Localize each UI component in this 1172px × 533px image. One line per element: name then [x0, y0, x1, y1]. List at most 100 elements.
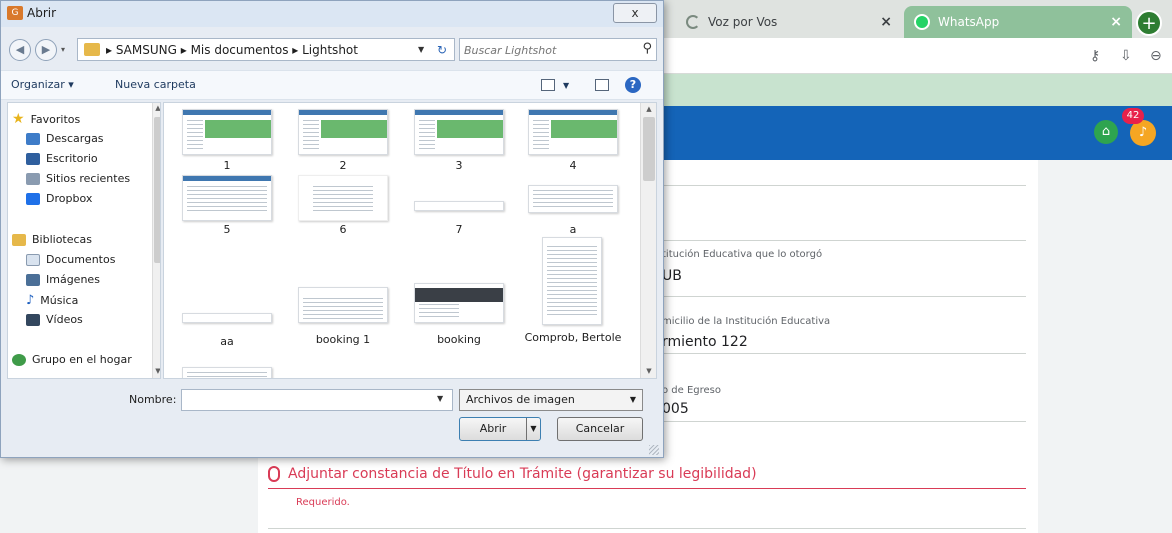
nav-label: Escritorio [46, 152, 98, 165]
search-field[interactable]: ⚲ [459, 38, 657, 61]
field-underline [662, 421, 1026, 422]
file-thumbnail[interactable] [182, 109, 272, 155]
dialog-toolbar: Organizar ▾ Nueva carpeta ▼ ? [1, 70, 663, 100]
refresh-icon[interactable]: ↻ [437, 43, 447, 57]
dialog-close-button[interactable]: x [613, 3, 657, 23]
notification-badge: 42 [1122, 108, 1144, 124]
file-thumbnail[interactable] [528, 109, 618, 155]
address-bar[interactable]: ▸ SAMSUNG ▸ Mis documentos ▸ Lightshot ▼ [77, 38, 455, 61]
file-name-dropdown-icon[interactable]: ▼ [437, 394, 443, 403]
change-view-icon[interactable] [541, 79, 555, 91]
recent-places-icon [26, 172, 40, 185]
cancel-button[interactable]: Cancelar [557, 417, 643, 441]
file-type-value: Archivos de imagen [466, 393, 575, 406]
dialog-titlebar[interactable]: G Abrir x [1, 1, 663, 27]
breadcrumb[interactable]: ▸ SAMSUNG ▸ Mis documentos ▸ Lightshot [106, 43, 358, 57]
scrollbar-thumb[interactable] [643, 117, 655, 181]
nav-item-desktop[interactable]: Escritorio [26, 152, 98, 165]
attach-certificate-button[interactable]: Adjuntar constancia de Título en Trámite… [268, 466, 757, 482]
desktop-icon [26, 152, 40, 165]
view-options-chevron-icon[interactable]: ▼ [563, 81, 569, 90]
nav-item-recent[interactable]: Sitios recientes [26, 172, 130, 185]
nav-item-videos[interactable]: Vídeos [26, 313, 83, 326]
scroll-down-icon[interactable]: ▼ [641, 367, 656, 375]
address-dropdown-icon[interactable]: ▼ [418, 45, 424, 54]
nav-favorites[interactable]: ★ Favoritos [12, 111, 80, 127]
scrollbar-thumb[interactable] [154, 117, 160, 263]
file-thumbnail[interactable] [542, 237, 602, 325]
nav-label: Grupo en el hogar [32, 353, 132, 366]
tab-whatsapp[interactable]: WhatsApp × [904, 6, 1132, 38]
forward-icon[interactable]: ▶ [35, 39, 57, 61]
nav-item-images[interactable]: Imágenes [26, 273, 100, 286]
images-icon [26, 273, 40, 286]
graduation-year-value[interactable]: 005 [662, 401, 689, 417]
close-tab-icon[interactable]: × [1110, 14, 1122, 30]
file-name[interactable]: 6 [288, 223, 398, 236]
nav-item-documents[interactable]: Documentos [26, 253, 115, 266]
file-name[interactable]: a [518, 223, 628, 236]
close-tab-icon[interactable]: × [880, 14, 892, 30]
nav-homegroup[interactable]: Grupo en el hogar [12, 353, 132, 366]
file-name[interactable]: Comprob, Bertole [518, 331, 628, 344]
nav-item-music[interactable]: ♪ Música [26, 293, 78, 308]
key-icon[interactable]: ⚷ [1090, 48, 1100, 64]
nav-scrollbar[interactable]: ▲ ▼ [152, 103, 160, 378]
nav-libraries[interactable]: Bibliotecas [12, 233, 92, 246]
section-divider [268, 528, 1026, 529]
file-name[interactable]: booking [404, 333, 514, 346]
scroll-up-icon[interactable]: ▲ [153, 104, 160, 112]
scroll-down-icon[interactable]: ▼ [153, 367, 160, 375]
file-thumbnail[interactable] [298, 175, 388, 221]
zoom-icon[interactable]: ⊖ [1150, 48, 1162, 64]
file-name[interactable]: 5 [172, 223, 282, 236]
resize-grip-icon[interactable] [649, 445, 659, 455]
scroll-up-icon[interactable]: ▲ [641, 105, 656, 113]
file-name[interactable]: booking 1 [288, 333, 398, 346]
file-name[interactable]: 3 [404, 159, 514, 172]
preview-pane-icon[interactable] [595, 79, 609, 91]
nav-label: Música [40, 294, 79, 307]
file-name[interactable]: 2 [288, 159, 398, 172]
open-button-label: Abrir [479, 422, 507, 435]
file-thumbnail[interactable] [182, 175, 272, 221]
home-icon[interactable]: ⌂ [1094, 120, 1118, 144]
search-input[interactable] [464, 40, 634, 60]
nav-item-downloads[interactable]: Descargas [26, 132, 104, 145]
homegroup-icon [12, 353, 26, 366]
back-icon[interactable]: ◀ [9, 39, 31, 61]
file-type-select[interactable]: Archivos de imagen ▼ [459, 389, 643, 411]
institution-value[interactable]: UB [662, 268, 682, 284]
file-name[interactable]: 7 [404, 223, 514, 236]
nav-item-dropbox[interactable]: Dropbox [26, 192, 92, 205]
new-folder-button[interactable]: Nueva carpeta [115, 78, 196, 91]
file-list-scrollbar[interactable]: ▲ ▼ [640, 103, 656, 378]
file-name[interactable]: 1 [172, 159, 282, 172]
file-name[interactable]: aa [172, 335, 282, 348]
file-list: 1 2 3 4 5 6 7 a aa booking 1 booking Com… [163, 102, 657, 379]
file-name-input[interactable] [181, 389, 453, 411]
file-thumbnail[interactable] [182, 313, 272, 323]
open-button[interactable]: Abrir ▼ [459, 417, 541, 441]
dropbox-icon [26, 192, 40, 205]
search-icon[interactable]: ⚲ [642, 41, 652, 56]
file-thumbnail[interactable] [528, 185, 618, 213]
file-thumbnail[interactable] [414, 201, 504, 211]
tab-title: Voz por Vos [708, 15, 778, 29]
required-error: Requerido. [296, 497, 350, 508]
address-value[interactable]: rmiento 122 [662, 334, 748, 350]
file-thumbnail[interactable] [414, 283, 504, 323]
open-options-chevron-icon[interactable]: ▼ [526, 418, 540, 440]
help-icon[interactable]: ? [625, 77, 641, 93]
file-thumbnail[interactable] [298, 287, 388, 323]
file-thumbnail[interactable] [298, 109, 388, 155]
field-underline [662, 353, 1026, 354]
install-icon[interactable]: ⇩ [1120, 48, 1132, 64]
file-thumbnail[interactable] [414, 109, 504, 155]
recent-locations-chevron-icon[interactable]: ▾ [61, 45, 65, 54]
new-tab-button[interactable]: + [1136, 10, 1162, 36]
tab-voz-por-vos[interactable]: Voz por Vos × [676, 6, 902, 38]
file-thumbnail[interactable] [182, 367, 272, 378]
file-name[interactable]: 4 [518, 159, 628, 172]
organize-menu-button[interactable]: Organizar ▾ [11, 78, 74, 91]
